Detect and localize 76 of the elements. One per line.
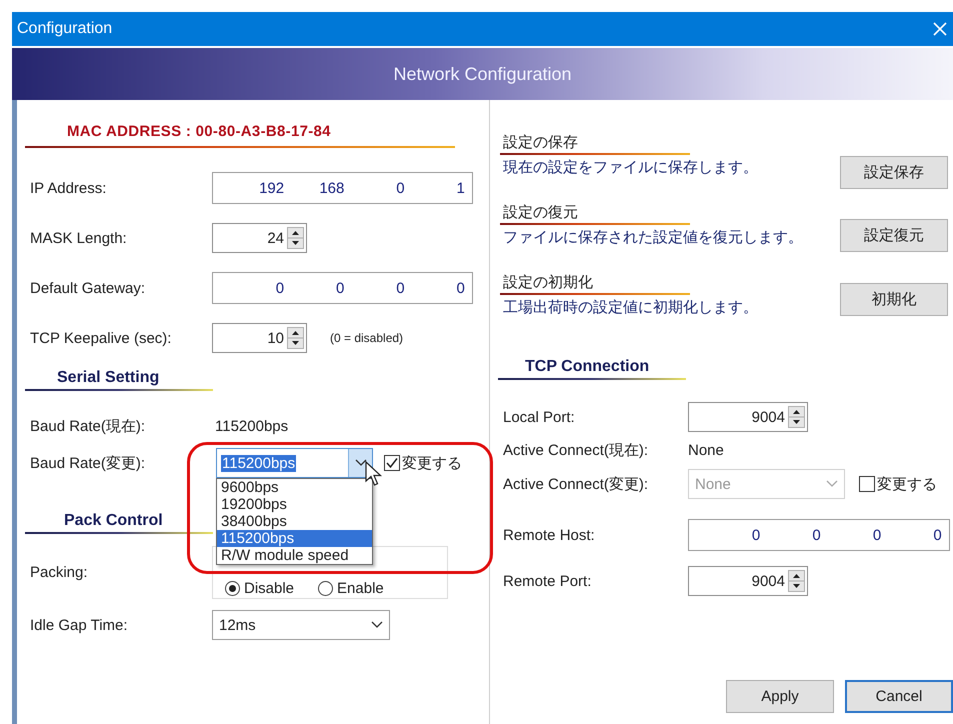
spinner-icon [287, 327, 304, 349]
value-text: 115200bps [215, 418, 288, 434]
number-field[interactable]: 10 [212, 323, 307, 353]
field-label: Local Port: [503, 408, 576, 426]
number-field[interactable]: 24 [212, 223, 307, 253]
number-field[interactable]: 9004 [688, 402, 808, 432]
field-label: Remote Host: [503, 526, 596, 544]
value-text: None [688, 442, 724, 458]
ip-octet: 168 [318, 180, 344, 196]
mac-address-heading: MAC ADDRESS : 00-80-A3-B8-17-84 [67, 122, 331, 140]
ip-address-field[interactable]: 0 0 0 0 [212, 272, 473, 304]
ip-octet: 0 [395, 180, 405, 196]
field-label: Baud Rate(変更): [30, 454, 146, 472]
ip-octet: 0 [872, 526, 882, 544]
checkbox[interactable] [384, 455, 400, 471]
field-label: Remote Port: [503, 572, 592, 590]
dropdown-option[interactable]: 9600bps [217, 479, 372, 496]
action-button[interactable]: 初期化 [840, 283, 948, 316]
close-icon[interactable] [933, 22, 947, 36]
action-description: ファイルに保存された設定値を復元します。 [503, 228, 804, 248]
ip-octet: 0 [274, 280, 284, 296]
radio-label: Disable [244, 580, 294, 596]
radio-button[interactable] [318, 580, 334, 596]
checkbox-label: 変更する [402, 454, 462, 472]
field-label: IP Address: [30, 180, 108, 196]
chevron-down-icon [354, 459, 366, 467]
ip-octet: 0 [932, 526, 942, 544]
spinner-icon [788, 570, 805, 592]
field-label: Packing: [30, 564, 89, 580]
ip-octet: 0 [456, 280, 465, 296]
action-description: 工場出荷時の設定値に初期化します。 [503, 298, 759, 318]
ip-octet: 0 [335, 280, 344, 296]
section-heading: Serial Setting [57, 369, 160, 387]
window-title: Configuration [17, 20, 112, 38]
number-field[interactable]: 9004 [688, 566, 808, 596]
ip-octet: 0 [395, 280, 405, 296]
dropdown-option[interactable]: 115200bps [217, 530, 372, 547]
check-icon [386, 457, 398, 469]
banner-title: Network Configuration [393, 64, 572, 84]
dialog-button[interactable]: Apply [726, 680, 834, 713]
chevron-down-icon [371, 621, 383, 629]
field-label: Active Connect(現在): [503, 440, 650, 460]
chevron-down-icon [826, 480, 838, 488]
ip-octet: 0 [811, 526, 821, 544]
dropdown-option[interactable]: R/W module speed [217, 547, 372, 564]
field-label: Active Connect(変更): [503, 474, 650, 494]
spinner-icon [287, 227, 304, 249]
action-heading: 設定の初期化 [503, 272, 593, 292]
ip-octet: 192 [258, 180, 284, 196]
section-heading: Pack Control [64, 512, 163, 530]
ip-octet: 0 [750, 526, 760, 544]
radio-label: Enable [337, 580, 384, 596]
section-heading: TCP Connection [525, 358, 650, 376]
hint-text: (0 = disabled) [330, 331, 404, 345]
checkbox-label: 変更する [877, 474, 937, 494]
action-description: 現在の設定をファイルに保存します。 [503, 158, 759, 178]
action-button[interactable]: 設定保存 [840, 156, 948, 189]
radio-button[interactable] [225, 580, 240, 596]
dropdown-option[interactable]: 38400bps [217, 513, 372, 530]
field-label: TCP Keepalive (sec): [30, 330, 172, 346]
dropdown[interactable]: 12ms [212, 610, 390, 640]
dropdown: None [688, 469, 845, 499]
field-label: MASK Length: [30, 230, 128, 246]
spinner-icon [788, 406, 805, 428]
dropdown-option[interactable]: 19200bps [217, 496, 372, 513]
ip-octet: 1 [456, 180, 465, 196]
action-button[interactable]: 設定復元 [840, 219, 948, 252]
dropdown[interactable]: 115200bps [216, 448, 373, 478]
action-heading: 設定の復元 [503, 202, 578, 222]
dialog-button[interactable]: Cancel [845, 680, 953, 713]
field-label: Default Gateway: [30, 280, 146, 296]
ip-address-field[interactable]: 0 0 0 0 [688, 519, 950, 551]
ip-address-field[interactable]: 192 168 0 1 [212, 172, 473, 204]
field-label: Idle Gap Time: [30, 616, 129, 634]
action-heading: 設定の保存 [503, 132, 578, 152]
field-label: Baud Rate(現在): [30, 416, 146, 436]
